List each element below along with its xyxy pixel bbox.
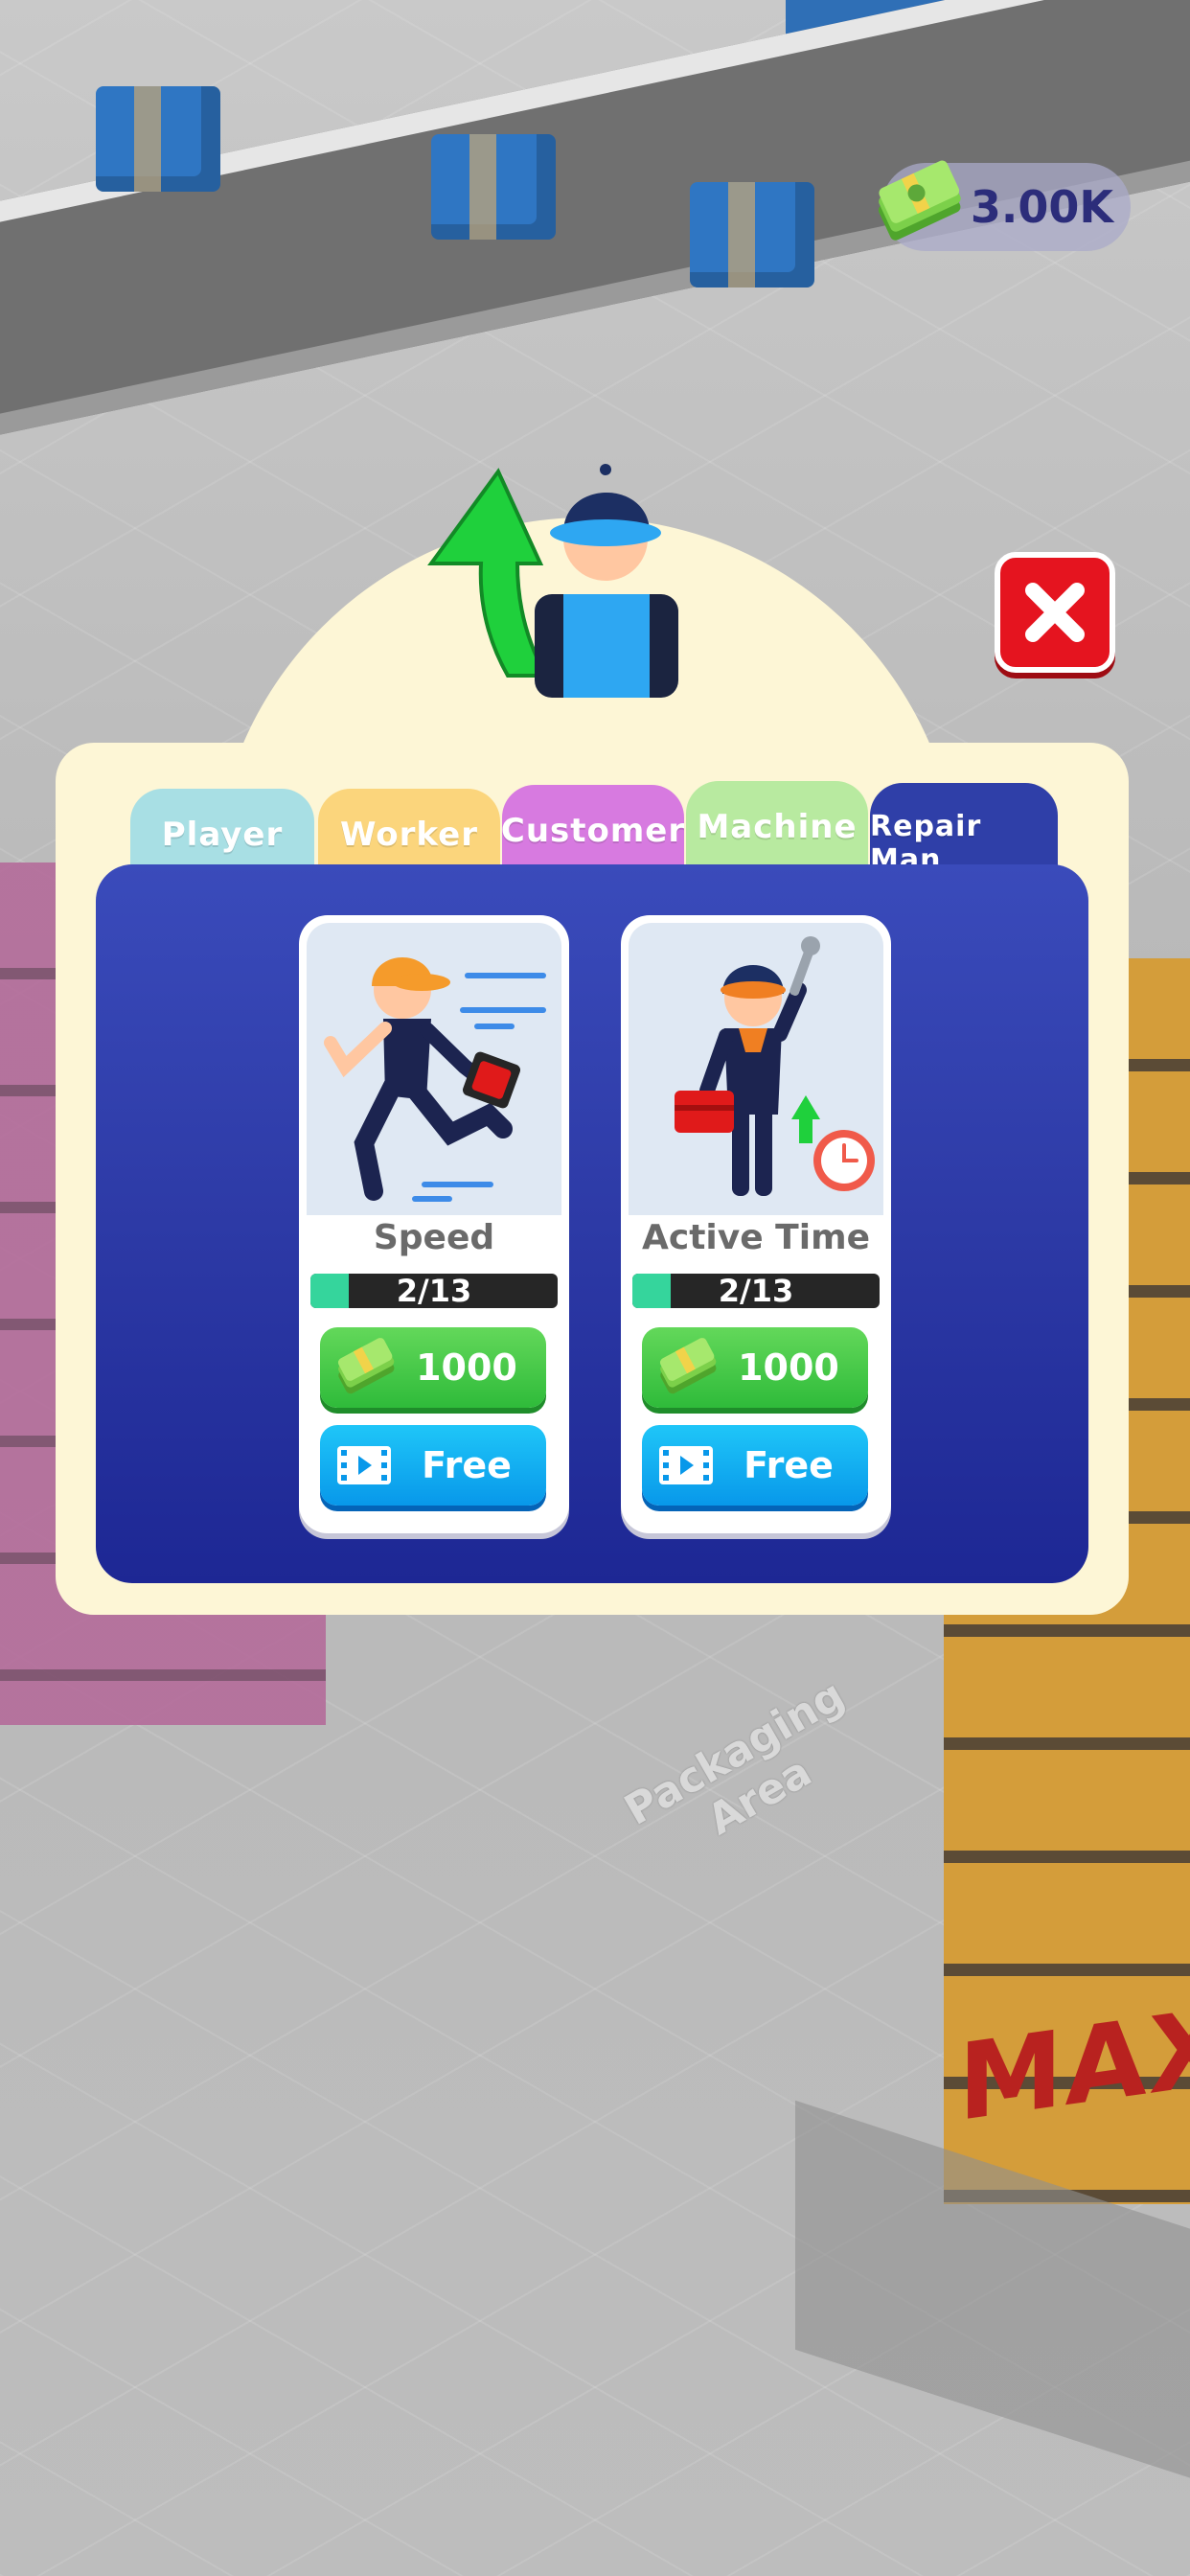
price-label: 1000 bbox=[738, 1346, 839, 1389]
free-label: Free bbox=[744, 1444, 834, 1486]
repairman-clock-icon bbox=[675, 936, 875, 1196]
card-illustration bbox=[629, 923, 883, 1215]
worker-upgrade-icon bbox=[427, 464, 678, 698]
card-title: Active Time bbox=[642, 1218, 870, 1257]
level-progress-bar: 2/13 bbox=[632, 1274, 880, 1308]
upgrade-content-area bbox=[96, 864, 1088, 1583]
package-box bbox=[96, 86, 220, 192]
tab-machine[interactable]: Machine bbox=[686, 781, 868, 877]
video-ad-icon bbox=[337, 1446, 391, 1484]
level-text: 2/13 bbox=[718, 1274, 794, 1308]
tab-label: Machine bbox=[697, 808, 858, 846]
currency-counter: 3.00K bbox=[878, 160, 1131, 251]
watch-ad-button[interactable]: Free bbox=[642, 1425, 868, 1506]
card-title: Speed bbox=[373, 1218, 495, 1257]
card-illustration bbox=[307, 923, 561, 1215]
tab-label: Player bbox=[161, 816, 284, 854]
buy-upgrade-button[interactable]: 1000 bbox=[642, 1327, 868, 1408]
cash-icon bbox=[659, 1338, 717, 1394]
upgrade-card-speed: Speed 2/13 1000 Free bbox=[299, 915, 569, 1533]
level-text: 2/13 bbox=[396, 1274, 472, 1308]
running-repairman-icon bbox=[324, 957, 546, 1202]
price-label: 1000 bbox=[416, 1346, 517, 1389]
tab-label: Customer bbox=[500, 812, 686, 850]
cash-icon bbox=[337, 1338, 395, 1394]
close-icon bbox=[1025, 583, 1085, 642]
video-ad-icon bbox=[659, 1446, 713, 1484]
close-button[interactable] bbox=[995, 552, 1115, 673]
package-box bbox=[431, 134, 556, 240]
upgrade-card-active-time: Active Time 2/13 1000 Free bbox=[621, 915, 891, 1533]
tab-label: Worker bbox=[340, 816, 478, 854]
cash-stack-icon bbox=[878, 160, 961, 241]
free-label: Free bbox=[422, 1444, 512, 1486]
package-box bbox=[690, 182, 814, 288]
level-progress-bar: 2/13 bbox=[310, 1274, 558, 1308]
currency-amount: 3.00K bbox=[970, 181, 1113, 233]
buy-upgrade-button[interactable]: 1000 bbox=[320, 1327, 546, 1408]
watch-ad-button[interactable]: Free bbox=[320, 1425, 546, 1506]
